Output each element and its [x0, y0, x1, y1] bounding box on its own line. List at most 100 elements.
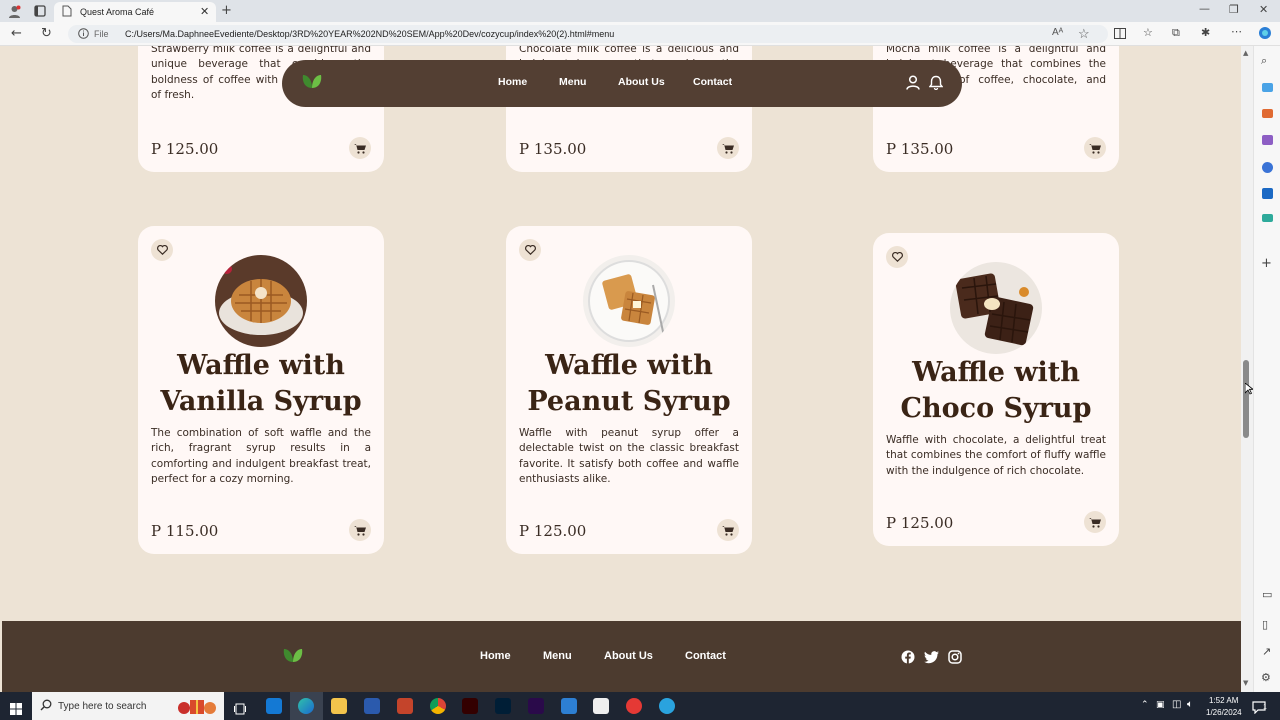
window-close-icon[interactable]: ✕ [1259, 4, 1268, 15]
tab-actions-icon[interactable] [34, 5, 46, 19]
url-text[interactable]: C:/Users/Ma.DaphneeEvediente/Desktop/3RD… [125, 29, 614, 39]
notification-count: 1 [1263, 704, 1267, 711]
extensions-icon[interactable]: ✱ [1201, 27, 1210, 38]
twitter-icon[interactable] [924, 649, 939, 668]
nav-about-us[interactable]: About Us [618, 76, 665, 88]
nav-home[interactable]: Home [498, 76, 527, 88]
add-to-cart-button[interactable] [717, 137, 739, 159]
tray-volume-icon[interactable]: 🔈︎ [1187, 699, 1193, 710]
word-app-icon[interactable] [364, 698, 380, 714]
heart-icon [524, 245, 536, 255]
sidebar-external-icon[interactable]: ↗ [1262, 646, 1271, 657]
favorite-button[interactable] [151, 239, 173, 261]
task-view-icon[interactable] [234, 700, 246, 719]
menu-card-waffle-choco-syrup: Waffle with Choco Syrup Waffle with choc… [873, 233, 1119, 546]
sidebar-drop-icon[interactable] [1262, 214, 1273, 222]
waffle-peanut-photo [583, 255, 675, 347]
address-prefix: File [94, 29, 109, 39]
search-highlight-icon [176, 696, 218, 719]
window-restore-icon[interactable]: ❐ [1229, 4, 1239, 15]
back-arrow-icon[interactable]: ← [11, 27, 22, 40]
card-title-line1: Waffle with [912, 357, 1080, 388]
footer-nav-home[interactable]: Home [480, 650, 511, 662]
scroll-down-icon[interactable]: ▼ [1243, 679, 1248, 687]
sidebar-tools-icon[interactable] [1262, 109, 1273, 118]
telegram-app-icon[interactable] [659, 698, 675, 714]
sidebar-settings-icon[interactable]: ⚙ [1261, 672, 1271, 683]
nav-contact[interactable]: Contact [693, 76, 732, 88]
sidebar-screenshot-icon[interactable]: ▭ [1262, 589, 1272, 600]
facebook-icon[interactable] [901, 649, 915, 668]
new-tab-icon[interactable]: + [221, 4, 232, 17]
footer-leaf-logo-icon[interactable] [282, 646, 304, 668]
draw-app-icon[interactable] [561, 698, 577, 714]
add-to-cart-button[interactable] [349, 519, 371, 541]
tray-chevron-icon[interactable]: ⌃ [1141, 700, 1149, 710]
favorite-button[interactable] [519, 239, 541, 261]
taskbar-search-box[interactable]: Type here to search [32, 692, 224, 720]
favorite-button[interactable] [886, 246, 908, 268]
cart-icon [722, 143, 734, 154]
sidebar-outlook-icon[interactable] [1262, 188, 1273, 199]
sidebar-games-icon[interactable] [1262, 135, 1273, 145]
favorite-star-icon[interactable]: ☆ [1078, 26, 1090, 42]
premiere-app-icon[interactable] [528, 698, 544, 714]
profile-icon[interactable] [8, 5, 21, 20]
clock-time[interactable]: 1:52 AM [1209, 696, 1238, 705]
refresh-icon[interactable]: ↻ [41, 27, 52, 40]
cart-icon [354, 525, 366, 536]
add-to-cart-button[interactable] [1084, 137, 1106, 159]
card-title-line1: Waffle with [177, 350, 345, 381]
sidebar-add-icon[interactable]: + [1261, 257, 1272, 270]
tray-meet-icon[interactable]: ▣ [1156, 700, 1165, 710]
card-title-line1: Waffle with [545, 350, 713, 381]
footer-nav-contact[interactable]: Contact [685, 650, 726, 662]
tab-close-icon[interactable]: ✕ [200, 5, 209, 18]
windows-start-icon[interactable] [10, 700, 22, 719]
wps-app-icon[interactable] [626, 698, 642, 714]
nav-menu[interactable]: Menu [559, 76, 586, 88]
card-price: P 125.00 [519, 522, 587, 540]
instagram-icon[interactable] [948, 649, 962, 668]
more-menu-icon[interactable]: ⋯ [1231, 26, 1242, 37]
tray-network-icon[interactable]: ◫ [1172, 699, 1181, 710]
tab-title: Quest Aroma Café [80, 7, 155, 17]
bell-icon[interactable] [928, 75, 944, 94]
footer-nav-about-us[interactable]: About Us [604, 650, 653, 662]
user-icon[interactable] [906, 75, 920, 94]
copilot-icon[interactable] [1258, 26, 1272, 42]
scrollbar-thumb[interactable] [1243, 360, 1249, 438]
chrome-app-icon[interactable] [430, 698, 446, 714]
file-explorer-icon[interactable] [331, 698, 347, 714]
scroll-up-icon[interactable]: ▲ [1243, 49, 1248, 57]
info-icon[interactable] [78, 28, 89, 41]
illustrator-app-icon[interactable] [462, 698, 478, 714]
address-bar[interactable]: File C:/Users/Ma.DaphneeEvediente/Deskto… [68, 25, 1108, 43]
browser-tab[interactable]: Quest Aroma Café ✕ [54, 2, 216, 22]
edge-app-icon[interactable] [298, 698, 314, 714]
waffle-vanilla-photo [215, 255, 307, 347]
footer-nav-menu[interactable]: Menu [543, 650, 572, 662]
search-placeholder: Type here to search [58, 701, 147, 712]
collections-icon[interactable]: ⧉ [1172, 27, 1180, 38]
card-price: P 115.00 [151, 522, 219, 540]
photoshop-app-icon[interactable] [495, 698, 511, 714]
sidebar-search-icon[interactable]: ⌕ [1261, 55, 1267, 66]
favorites-icon[interactable]: ☆ [1143, 27, 1153, 38]
split-screen-icon[interactable] [1114, 28, 1126, 41]
leaf-logo-icon[interactable] [301, 72, 323, 94]
browser-tab-bar: Quest Aroma Café ✕ + — ❐ ✕ [0, 0, 1280, 22]
add-to-cart-button[interactable] [1084, 511, 1106, 533]
read-aloud-icon[interactable]: Aᴬ [1052, 27, 1063, 38]
capcut-app-icon[interactable] [593, 698, 609, 714]
powerpoint-app-icon[interactable] [397, 698, 413, 714]
add-to-cart-button[interactable] [349, 137, 371, 159]
search-icon [40, 699, 52, 714]
sidebar-panel-icon[interactable]: ▯ [1262, 619, 1268, 630]
sidebar-office-icon[interactable] [1262, 162, 1273, 173]
clock-date[interactable]: 1/26/2024 [1206, 708, 1242, 717]
window-minimize-icon[interactable]: — [1199, 3, 1210, 14]
add-to-cart-button[interactable] [717, 519, 739, 541]
sidebar-shopping-icon[interactable] [1262, 83, 1273, 92]
mail-app-icon[interactable] [266, 698, 282, 714]
